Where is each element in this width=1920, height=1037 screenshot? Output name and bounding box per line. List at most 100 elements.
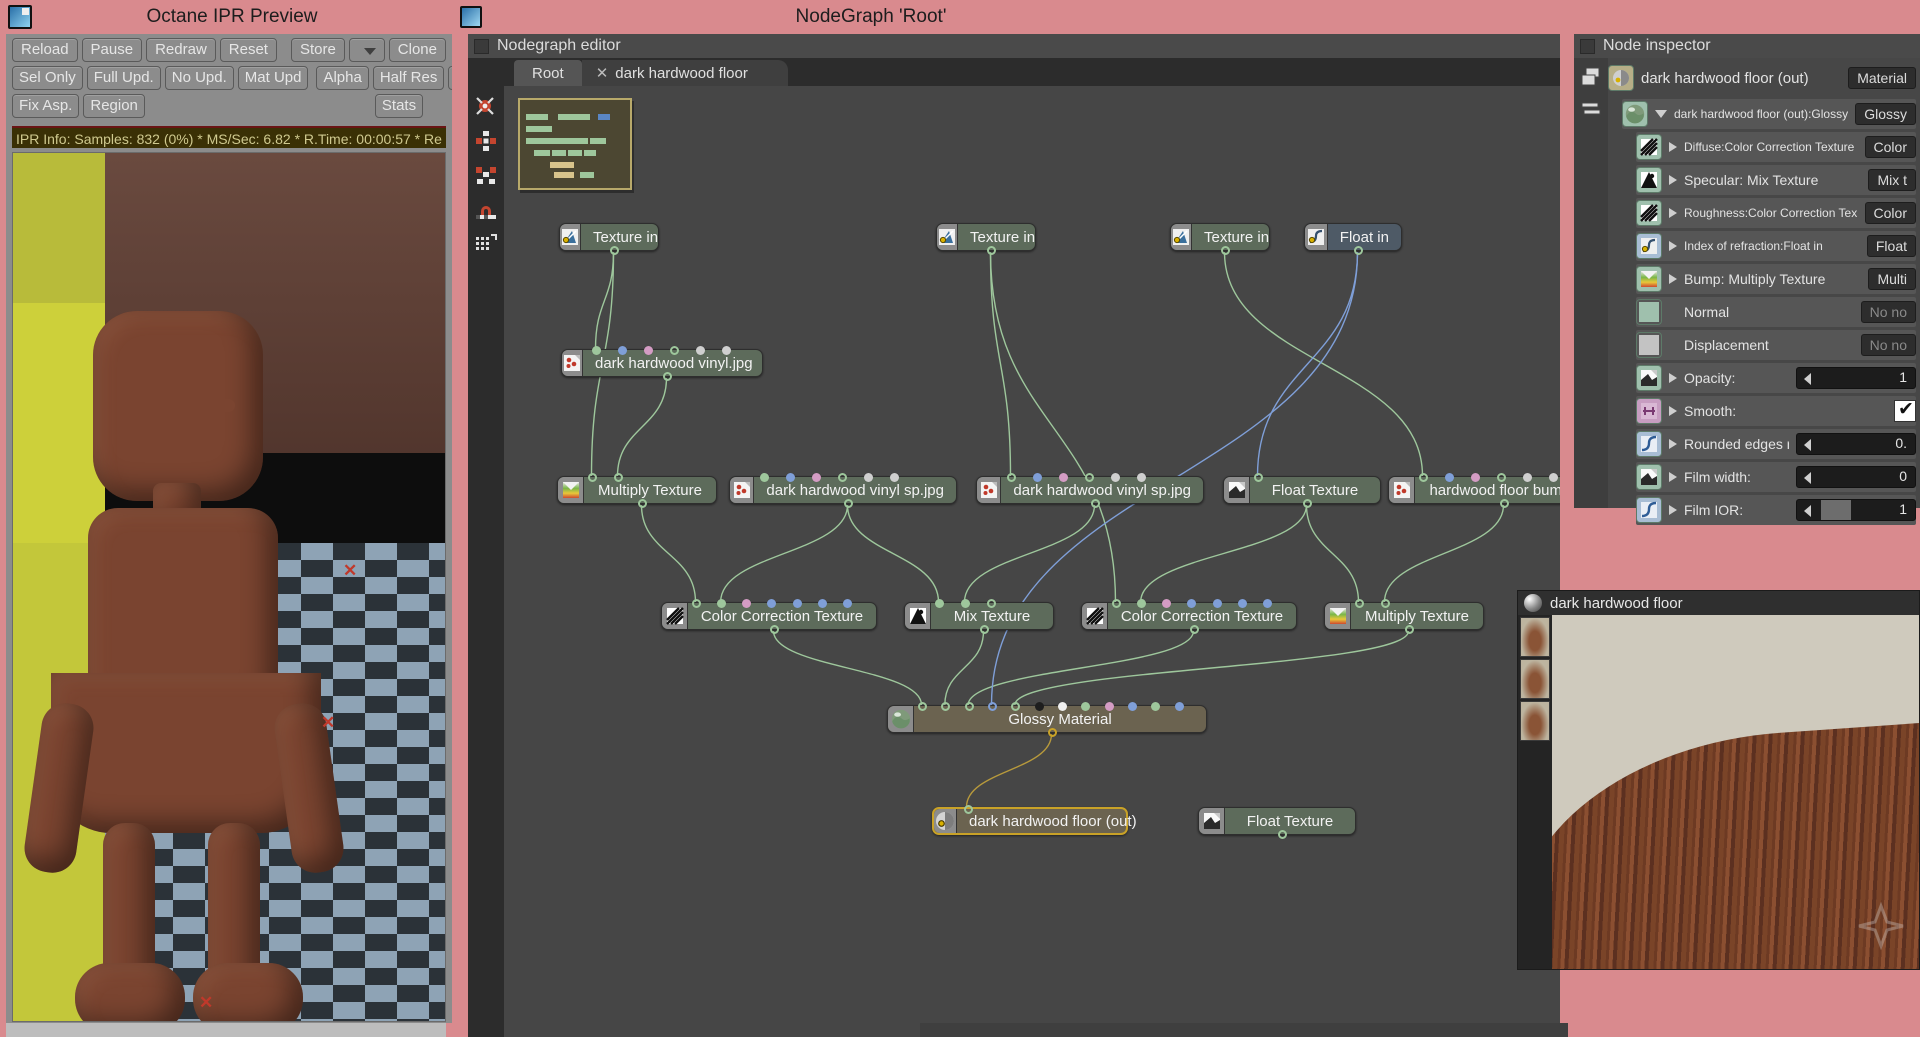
half-res-button[interactable]: Half Res [372,66,445,90]
copy-node-icon[interactable] [1578,64,1604,90]
node-input-pin[interactable] [935,599,944,608]
inspector-row-slider[interactable]: 1 [1796,367,1916,389]
node-input-pin[interactable] [817,599,827,608]
node-input-pin[interactable] [987,599,996,608]
redraw-button[interactable]: Redraw [146,38,216,62]
node-input-pin[interactable] [1111,473,1120,482]
node-input-pin[interactable] [1523,473,1532,482]
chevron-right-icon[interactable] [1669,439,1677,449]
node-tex_in_3[interactable]: Texture in [1170,223,1270,255]
node-output-pin[interactable] [663,372,672,381]
node-input-pin[interactable] [696,346,705,355]
node-input-pin[interactable] [812,473,821,482]
node-float_tex_2[interactable]: Float Texture [1198,807,1356,839]
node-cc_tex_1[interactable]: Color Correction Texture [661,599,877,634]
node-img_bump[interactable]: hardwood floor bump.jpg [1388,473,1560,508]
node-input-pin[interactable] [1212,599,1222,608]
preview-thumb-3[interactable] [1520,701,1550,741]
node-input-pin[interactable] [592,346,601,355]
node-input-pin[interactable] [964,702,974,711]
inspector-row-6[interactable]: Normal No no [1636,297,1916,327]
node-input-pin[interactable] [1355,599,1364,608]
pause-button[interactable]: Pause [81,38,143,62]
full-upd-button[interactable]: Full Upd. [86,66,161,90]
fix-asp-button[interactable]: Fix Asp. [12,94,80,118]
node-input-pin[interactable] [614,473,623,482]
node-img_vinyl[interactable]: dark hardwood vinyl.jpg [561,346,763,381]
node-input-pin[interactable] [1174,702,1184,711]
node-input-pin[interactable] [588,473,597,482]
reload-button[interactable]: Reload [12,38,78,62]
chevron-right-icon[interactable] [1669,208,1677,218]
node-output-pin[interactable] [1303,499,1312,508]
inspector-row-value[interactable]: Color [1864,136,1916,158]
stats-button[interactable]: Stats [374,94,424,118]
node-input-pin[interactable] [1034,702,1044,711]
chevron-down-icon[interactable] [1655,110,1667,118]
material-preview-image[interactable] [1552,615,1919,969]
inspector-row-11[interactable]: Film width: 0 [1636,462,1916,492]
mat-upd-button[interactable]: Mat Upd [237,66,309,90]
node-input-pin[interactable] [1128,702,1137,711]
node-output-pin[interactable] [610,246,619,255]
node-float_tex_1[interactable]: Float Texture [1223,473,1381,508]
inspector-row-value[interactable]: Mix t [1868,169,1916,191]
sel-only-button[interactable]: Sel Only [12,66,83,90]
inspector-row-value[interactable]: Glossy [1855,103,1916,125]
nodegraph-minimap[interactable] [518,98,632,190]
region-button[interactable]: Region [83,94,145,118]
reset-button[interactable]: Reset [219,38,277,62]
tab-dark-hardwood-floor[interactable]: ✕ dark hardwood floor [581,60,788,86]
node-input-pin[interactable] [1085,473,1094,482]
node-input-pin[interactable] [1104,702,1114,711]
magnet-snap-icon[interactable] [471,194,501,224]
collapse-nodes-icon[interactable] [471,160,501,190]
node-input-pin[interactable] [1549,473,1558,482]
chevron-right-icon[interactable] [1669,142,1677,152]
inspector-root-value[interactable]: Material [1848,67,1916,89]
node-output-pin[interactable] [1278,830,1287,839]
node-mult_tex_2[interactable]: Multiply Texture [1324,599,1484,634]
node-input-pin[interactable] [670,346,679,355]
node-output-pin[interactable] [1500,499,1509,508]
preview-thumb-1[interactable] [1520,617,1550,657]
nodegraph-canvas[interactable]: Texture in Texture in Texture in Float in da… [504,86,1560,1037]
node-input-pin[interactable] [890,473,899,482]
inspector-row-7[interactable]: Displacement No no [1636,330,1916,360]
preview-thumb-2[interactable] [1520,659,1550,699]
alpha-button[interactable]: Alpha [316,66,369,90]
node-mix_tex[interactable]: Mix Texture [904,599,1054,634]
node-output-pin[interactable] [980,625,989,634]
inspector-root-row[interactable]: dark hardwood floor (out) Material [1608,60,1916,96]
inspector-row-1[interactable]: Diffuse:Color Correction Texture Color [1636,132,1916,162]
inspector-row-4[interactable]: Index of refraction:Float in Float [1636,231,1916,261]
node-output-pin[interactable] [1221,246,1230,255]
chevron-right-icon[interactable] [1669,373,1677,383]
inspector-row-value[interactable]: Float [1866,235,1916,257]
node-input-pin[interactable] [1471,473,1480,482]
close-icon[interactable]: ✕ [596,64,609,82]
panel-collapse-icon[interactable] [474,38,489,54]
node-output-pin[interactable] [1405,625,1414,634]
inspector-row-value[interactable]: Color [1864,202,1916,224]
node-input-pin[interactable] [1262,599,1272,608]
node-input-pin[interactable] [864,473,873,482]
node-input-pin[interactable] [1497,473,1506,482]
node-tex_in_2[interactable]: Texture in [936,223,1036,255]
node-output-pin[interactable] [1091,499,1100,508]
node-input-pin[interactable] [1007,473,1016,482]
node-input-pin[interactable] [722,346,731,355]
node-input-pin[interactable] [618,346,627,355]
inspector-row-value[interactable]: Multi [1868,268,1916,290]
node-input-pin[interactable] [644,346,653,355]
clone-button[interactable]: Clone [388,38,446,62]
node-input-pin[interactable] [692,599,701,608]
ipr-render-viewport[interactable]: ✕ ✕ ✕ [12,152,446,1022]
inspector-row-value[interactable]: No no [1860,334,1916,356]
chevron-right-icon[interactable] [1669,175,1677,185]
node-input-pin[interactable] [1381,599,1390,608]
node-input-pin[interactable] [792,599,802,608]
node-output-pin[interactable] [987,246,996,255]
store-button[interactable]: Store [290,38,345,62]
inspector-row-slider[interactable]: 1 [1796,499,1916,521]
